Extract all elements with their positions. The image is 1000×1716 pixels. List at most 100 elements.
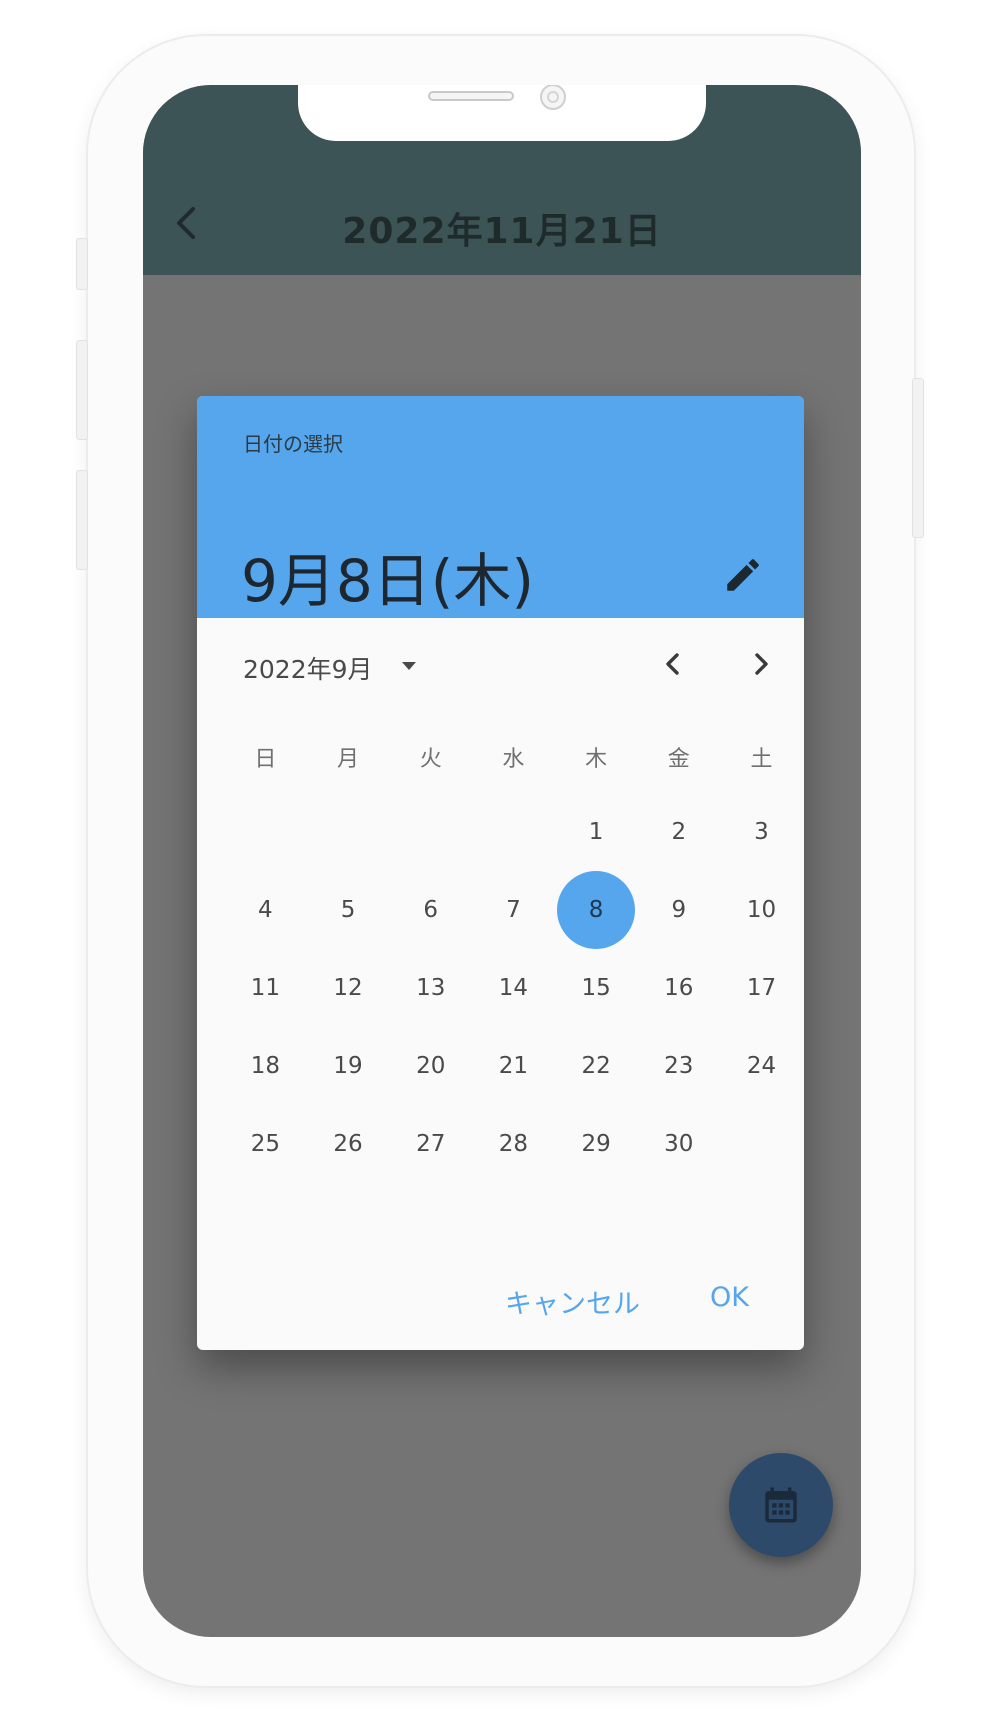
day-cell[interactable]: 7 — [472, 871, 555, 949]
day-number: 4 — [258, 897, 273, 923]
week-row: 11 12 13 14 15 16 17 — [224, 949, 803, 1027]
day-number: 27 — [416, 1131, 446, 1157]
week-row: 1 2 3 — [224, 793, 803, 871]
chevron-right-icon — [755, 653, 768, 675]
weekday-label: 日 — [254, 747, 277, 772]
day-cell[interactable]: 14 — [472, 949, 555, 1027]
week-row: 18 19 20 21 22 23 24 — [224, 1027, 803, 1105]
day-cell[interactable]: 10 — [720, 871, 803, 949]
week-row: 25 26 27 28 29 30 — [224, 1105, 803, 1183]
speaker-grille — [428, 91, 514, 101]
edit-input-mode-button[interactable] — [722, 554, 764, 596]
day-number: 11 — [250, 975, 280, 1001]
month-navigation: 2022年9月 — [197, 618, 804, 710]
day-cell[interactable]: 28 — [472, 1105, 555, 1183]
day-number: 26 — [333, 1131, 363, 1157]
caret-down-icon — [402, 662, 416, 670]
day-cell[interactable]: 9 — [637, 871, 720, 949]
empty-day-cell — [307, 793, 390, 871]
day-number: 2 — [671, 819, 687, 845]
weekday-header-row: 日 月 火 水 木 金 土 — [224, 721, 803, 793]
day-cell[interactable]: 24 — [720, 1027, 803, 1105]
day-cell[interactable]: 26 — [307, 1105, 390, 1183]
day-number: 21 — [498, 1053, 529, 1079]
day-cell[interactable]: 4 — [224, 871, 307, 949]
weekday-label: 火 — [419, 747, 442, 772]
day-cell[interactable]: 16 — [637, 949, 720, 1027]
day-number: 7 — [506, 897, 521, 923]
empty-day-cell — [389, 793, 472, 871]
page-title: 2022年11月21日 — [342, 211, 662, 252]
day-number: 15 — [581, 975, 611, 1001]
power-button — [912, 378, 924, 538]
ok-button[interactable]: OK — [710, 1282, 749, 1313]
day-cell[interactable]: 20 — [389, 1027, 472, 1105]
silent-switch — [76, 238, 88, 290]
day-cell[interactable]: 17 — [720, 949, 803, 1027]
day-cell[interactable]: 18 — [224, 1027, 307, 1105]
year-dropdown-button[interactable] — [397, 654, 421, 678]
day-number: 17 — [746, 975, 777, 1001]
day-cell[interactable]: 30 — [637, 1105, 720, 1183]
help-text: 日付の選択 — [243, 432, 343, 456]
day-number: 29 — [581, 1131, 611, 1157]
day-number: 23 — [664, 1053, 694, 1079]
day-number: 9 — [671, 897, 687, 923]
pencil-icon — [727, 559, 759, 591]
empty-day-cell — [472, 793, 555, 871]
selected-day-cell[interactable]: 8 — [555, 871, 638, 949]
previous-month-button[interactable] — [653, 644, 693, 684]
day-number: 12 — [333, 975, 363, 1001]
day-number: 10 — [746, 897, 777, 923]
dialog-header: 日付の選択 9月8日(木) — [197, 396, 804, 618]
volume-down-button — [76, 470, 88, 570]
chevron-left-icon — [666, 653, 679, 675]
day-cell[interactable]: 5 — [307, 871, 390, 949]
day-number: 14 — [498, 975, 529, 1001]
day-number: 19 — [333, 1053, 363, 1079]
front-camera — [540, 85, 566, 110]
day-cell[interactable]: 19 — [307, 1027, 390, 1105]
volume-up-button — [76, 340, 88, 440]
day-cell[interactable]: 2 — [637, 793, 720, 871]
day-cell[interactable]: 13 — [389, 949, 472, 1027]
phone-screen: 2022年11月21日 日付の選択 9月8日(木) 2022年9月 日 月 火 … — [143, 85, 861, 1637]
dialog-actions: キャンセル OK — [197, 1260, 804, 1350]
day-number: 20 — [416, 1053, 446, 1079]
day-number: 3 — [754, 819, 769, 845]
date-picker-dialog: 日付の選択 9月8日(木) 2022年9月 日 月 火 水 木 金 土 1 2 … — [197, 396, 804, 1350]
weekday-label: 月 — [337, 747, 360, 772]
calendar-fab-button[interactable] — [729, 1453, 833, 1557]
next-month-button[interactable] — [741, 644, 781, 684]
day-cell[interactable]: 1 — [555, 793, 638, 871]
day-cell[interactable]: 23 — [637, 1027, 720, 1105]
day-cell[interactable]: 12 — [307, 949, 390, 1027]
day-cell[interactable]: 6 — [389, 871, 472, 949]
month-year-label[interactable]: 2022年9月 — [243, 650, 373, 686]
cancel-button[interactable]: キャンセル — [505, 1282, 640, 1321]
day-cell[interactable]: 15 — [555, 949, 638, 1027]
day-number: 24 — [746, 1053, 777, 1079]
day-cell[interactable]: 21 — [472, 1027, 555, 1105]
weekday-label: 金 — [667, 747, 690, 772]
day-number: 1 — [588, 819, 604, 845]
empty-day-cell — [720, 1105, 803, 1183]
week-row: 4 5 6 7 8 9 10 — [224, 871, 803, 949]
day-cell[interactable]: 25 — [224, 1105, 307, 1183]
day-cell[interactable]: 27 — [389, 1105, 472, 1183]
day-cell[interactable]: 11 — [224, 949, 307, 1027]
day-cell[interactable]: 22 — [555, 1027, 638, 1105]
day-cell[interactable]: 3 — [720, 793, 803, 871]
day-number: 30 — [664, 1131, 694, 1157]
empty-day-cell — [224, 793, 307, 871]
day-number: 28 — [498, 1131, 529, 1157]
notch — [298, 85, 706, 141]
calendar-grid: 日 月 火 水 木 金 土 1 2 3 4 5 6 7 8 9 10 11 12 13 14 15 16 17 1… — [224, 721, 803, 1183]
selected-date-headline: 9月8日(木) — [241, 547, 535, 615]
weekday-label: 水 — [502, 747, 525, 772]
day-number: 5 — [340, 897, 356, 923]
weekday-label: 土 — [750, 747, 773, 772]
day-cell[interactable]: 29 — [555, 1105, 638, 1183]
day-number: 6 — [423, 897, 439, 923]
day-number: 25 — [250, 1131, 280, 1157]
